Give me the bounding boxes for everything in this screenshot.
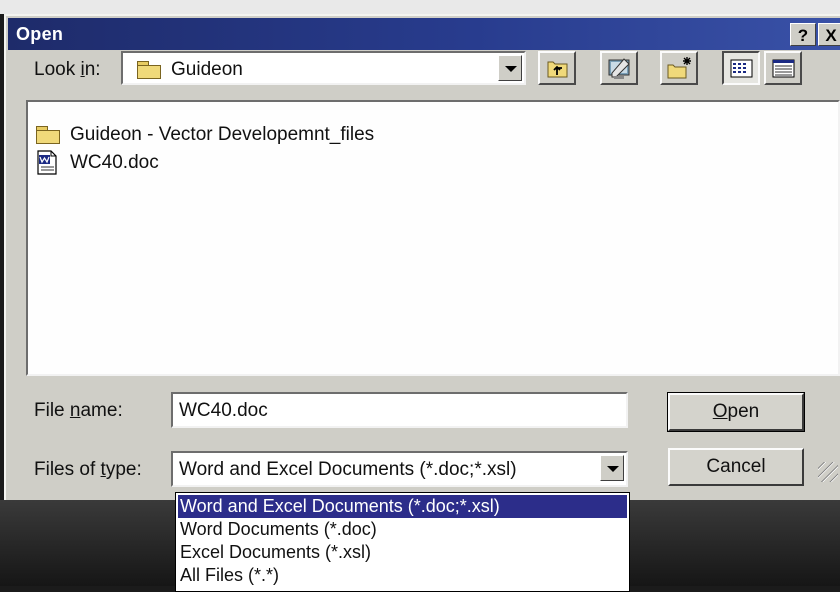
- resize-grip-icon[interactable]: [818, 462, 838, 482]
- desktop-icon: [608, 58, 630, 79]
- files-of-type-value: Word and Excel Documents (*.doc;*.xsl): [179, 459, 517, 480]
- files-of-type-select[interactable]: Word and Excel Documents (*.doc;*.xsl): [171, 451, 628, 487]
- up-one-level-button[interactable]: [538, 51, 576, 85]
- help-button[interactable]: ?: [790, 23, 816, 46]
- chevron-down-icon[interactable]: [498, 55, 522, 81]
- list-view-button[interactable]: [722, 51, 760, 85]
- list-view-icon: [730, 59, 753, 78]
- dropdown-option-word-excel[interactable]: Word and Excel Documents (*.doc;*.xsl): [178, 495, 627, 518]
- open-button[interactable]: Open: [667, 392, 805, 432]
- close-icon: X: [825, 26, 837, 45]
- files-of-type-label: Files of type:: [34, 459, 142, 480]
- close-button[interactable]: X: [818, 23, 840, 46]
- dropdown-option-all-files[interactable]: All Files (*.*): [178, 564, 627, 587]
- word-document-icon: [37, 150, 57, 175]
- look-in-value: Guideon: [171, 59, 243, 80]
- title-bar[interactable]: Open ? X: [8, 18, 840, 50]
- backdrop-top: [0, 0, 840, 14]
- file-name-label: File name:: [34, 400, 123, 421]
- new-folder-icon: [667, 57, 691, 79]
- files-of-type-dropdown[interactable]: Word and Excel Documents (*.doc;*.xsl) W…: [175, 492, 630, 592]
- chevron-down-icon[interactable]: [600, 455, 624, 481]
- help-icon: ?: [797, 26, 809, 45]
- dropdown-option-excel[interactable]: Excel Documents (*.xsl): [178, 541, 627, 564]
- look-in-label: Look in:: [34, 59, 101, 80]
- file-name-label: WC40.doc: [70, 152, 159, 173]
- look-in-combo[interactable]: Guideon: [121, 51, 526, 85]
- folder-icon: [36, 126, 60, 144]
- cancel-button[interactable]: Cancel: [668, 448, 804, 486]
- file-name-label: Guideon - Vector Developemnt_files: [70, 124, 375, 145]
- file-list[interactable]: Guideon - Vector Developemnt_files WC40.…: [26, 100, 840, 376]
- folder-icon: [137, 61, 161, 79]
- details-view-icon: [772, 59, 795, 78]
- up-one-level-icon: [547, 61, 568, 78]
- window-title: Open: [16, 24, 64, 44]
- desktop-button[interactable]: [600, 51, 638, 85]
- dropdown-option-word[interactable]: Word Documents (*.doc): [178, 518, 627, 541]
- file-name-value: WC40.doc: [179, 400, 268, 421]
- details-view-button[interactable]: [764, 51, 802, 85]
- new-folder-button[interactable]: [660, 51, 698, 85]
- file-name-input[interactable]: WC40.doc: [171, 392, 628, 428]
